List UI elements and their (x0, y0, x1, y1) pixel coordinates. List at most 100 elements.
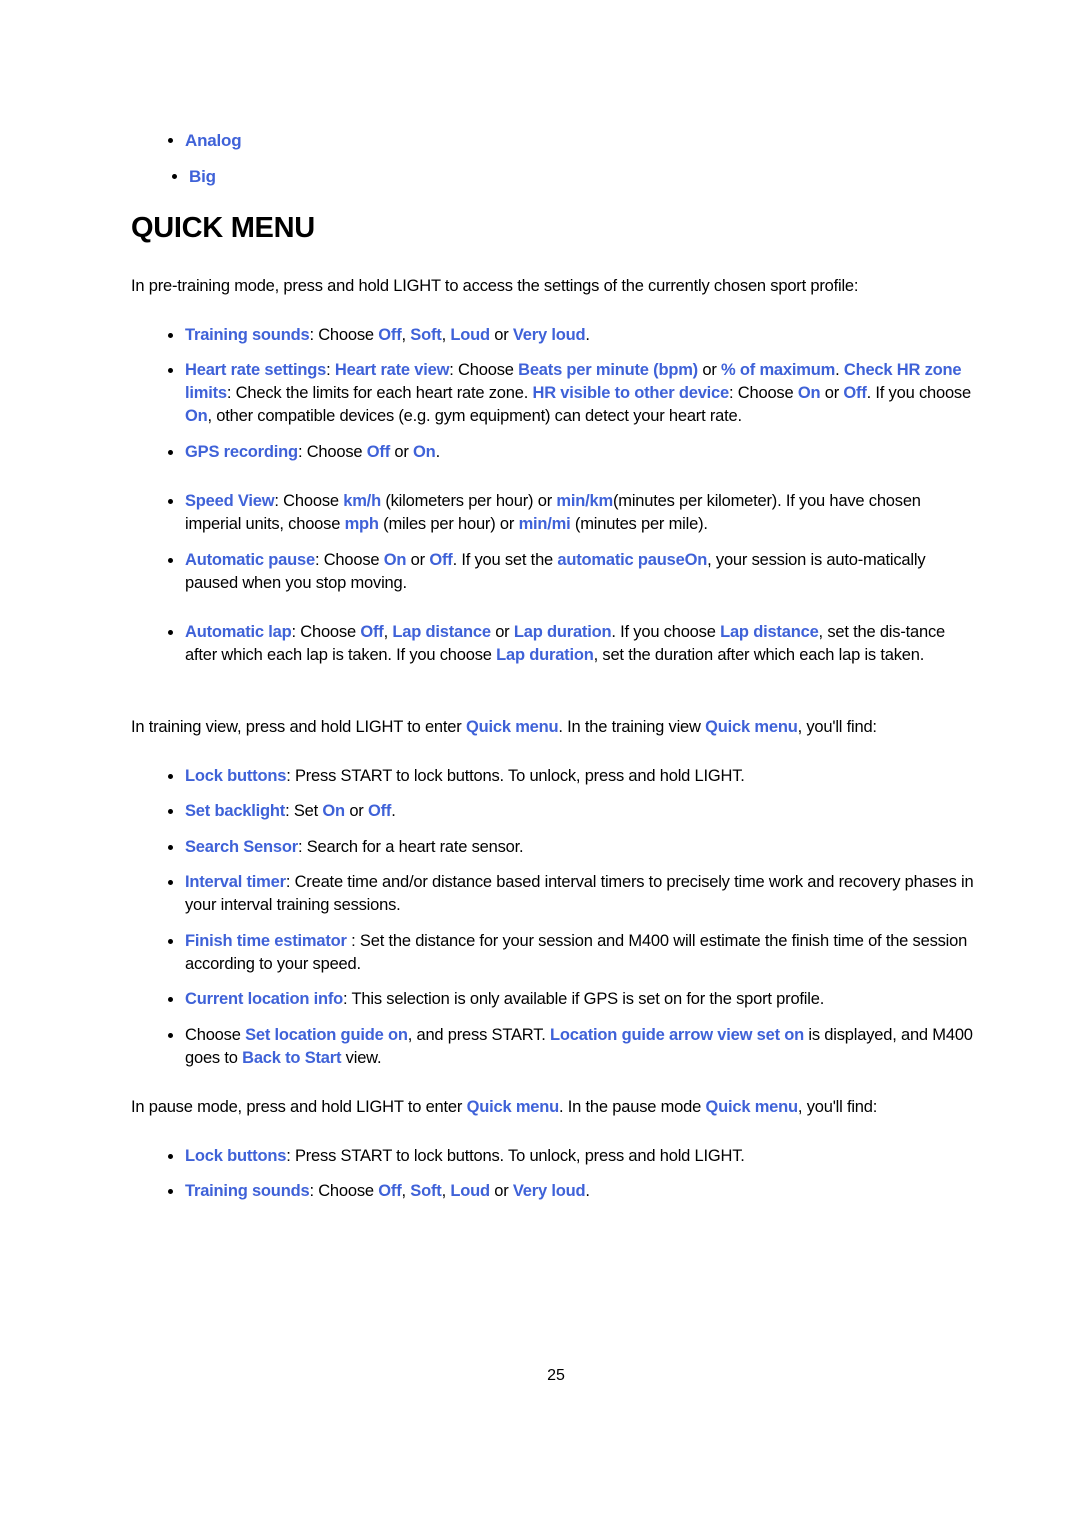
link-min-mi[interactable]: min/mi (519, 515, 571, 533)
text-run: : (326, 361, 335, 379)
link-automatic-pause[interactable]: Automatic pause (185, 551, 315, 569)
link-lap-duration[interactable]: Lap duration (496, 646, 594, 664)
text-run: , you'll find: (797, 718, 877, 736)
link-on[interactable]: On (384, 551, 407, 569)
text-run: or (697, 361, 722, 379)
link-speed-view[interactable]: Speed View (185, 492, 275, 510)
text-run: : Choose (309, 326, 379, 344)
pause-mode-paragraph: In pause mode, press and hold LIGHT to e… (131, 1096, 981, 1119)
link-loud[interactable]: Loud (450, 326, 490, 344)
link-location-guide-arrow-view-set-on[interactable]: Location guide arrow view set on (550, 1026, 804, 1044)
text-run: , (401, 1182, 411, 1200)
link-on[interactable]: On (185, 407, 208, 425)
text-run: : Search for a heart rate sensor. (297, 838, 524, 856)
link-automatic-lap[interactable]: Automatic lap (185, 623, 292, 641)
link-lock-buttons[interactable]: Lock buttons (185, 767, 286, 785)
text-run: , and press START. (407, 1026, 551, 1044)
text-run: . (585, 326, 590, 344)
link-on[interactable]: On (798, 384, 821, 402)
link-loud[interactable]: Loud (450, 1182, 490, 1200)
link-back-to-start[interactable]: Back to Start (242, 1049, 341, 1067)
link-soft[interactable]: Soft (410, 326, 441, 344)
link-set-backlight[interactable]: Set backlight (185, 802, 285, 820)
text-run: (minutes per mile). (570, 515, 708, 533)
link-automatic-pauseon[interactable]: automatic pauseOn (557, 551, 707, 569)
link-lap-duration[interactable]: Lap duration (514, 623, 612, 641)
link-quick-menu[interactable]: Quick menu (467, 1098, 560, 1116)
document-page: Analog Big QUICK MENU In pre-training mo… (0, 0, 1080, 1528)
link-current-location-info[interactable]: Current location info (185, 990, 343, 1008)
text-run: . (391, 802, 396, 820)
link-very-loud[interactable]: Very loud (513, 326, 586, 344)
text-run: view. (341, 1049, 382, 1067)
list-item-current-location-info: Current location info: This selection is… (168, 988, 980, 1011)
text-run: or (390, 443, 414, 461)
link-mph[interactable]: mph (345, 515, 379, 533)
link-training-sounds[interactable]: Training sounds (185, 326, 310, 344)
text-run: . (835, 361, 844, 379)
text-run: . If you choose (866, 384, 972, 402)
link-lap-distance[interactable]: Lap distance (392, 623, 491, 641)
link-heart-rate-settings[interactable]: Heart rate settings (185, 361, 326, 379)
list-item-location-guide: Choose Set location guide on, and press … (168, 1024, 980, 1070)
link-very-loud[interactable]: Very loud (513, 1182, 586, 1200)
link-quick-menu[interactable]: Quick menu (705, 1098, 798, 1116)
link-beats-per-minute-bpm[interactable]: Beats per minute (bpm) (518, 361, 698, 379)
link-on[interactable]: On (322, 802, 345, 820)
text-run: or (344, 802, 368, 820)
text-run: : Choose (314, 551, 384, 569)
list-item-training-sounds: Training sounds: Choose Off, Soft, Loud … (168, 324, 980, 347)
text-run: (miles per hour) or (378, 515, 519, 533)
text-run: In pause mode, press and hold LIGHT to e… (131, 1098, 467, 1116)
link-min-km[interactable]: min/km (556, 492, 613, 510)
link-training-sounds[interactable]: Training sounds (185, 1182, 310, 1200)
text-run: In training view, press and hold LIGHT t… (131, 718, 466, 736)
link-quick-menu[interactable]: Quick menu (705, 718, 798, 736)
link-big[interactable]: Big (189, 167, 216, 186)
link-interval-timer[interactable]: Interval timer (185, 873, 286, 891)
text-run: : Press START to lock buttons. To unlock… (286, 1147, 745, 1165)
link-off[interactable]: Off (367, 443, 390, 461)
list-item-big: Big (172, 165, 984, 188)
text-run: : This selection is only available if GP… (343, 990, 825, 1008)
link-set-location-guide-on[interactable]: Set location guide on (245, 1026, 408, 1044)
text-run: : Create time and/or distance based inte… (185, 873, 974, 914)
text-run: , you'll find: (797, 1098, 878, 1116)
link-lap-distance[interactable]: Lap distance (720, 623, 819, 641)
text-run: (kilometers per hour) or (380, 492, 557, 510)
link-soft[interactable]: Soft (410, 1182, 441, 1200)
link-off[interactable]: Off (368, 802, 391, 820)
text-run: or (489, 1182, 513, 1200)
link-analog[interactable]: Analog (185, 131, 242, 150)
link-heart-rate-view[interactable]: Heart rate view (335, 361, 450, 379)
link-search-sensor[interactable]: Search Sensor (185, 838, 298, 856)
list-item-automatic-lap: Automatic lap: Choose Off, Lap distance … (168, 621, 980, 667)
link-quick-menu[interactable]: Quick menu (466, 718, 559, 736)
section-heading: QUICK MENU (131, 212, 315, 244)
text-run: . In the pause mode (559, 1098, 706, 1116)
list-item-analog: Analog (168, 129, 980, 152)
list-item-heart-rate-settings: Heart rate settings: Heart rate view: Ch… (168, 359, 980, 428)
link-on[interactable]: On (413, 443, 436, 461)
list-item-speed-view: Speed View: Choose km/h (kilometers per … (168, 490, 980, 536)
link-off[interactable]: Off (378, 1182, 401, 1200)
list-item-lock-buttons-pause: Lock buttons: Press START to lock button… (168, 1145, 980, 1168)
text-run: , (401, 326, 411, 344)
link-lock-buttons[interactable]: Lock buttons (185, 1147, 286, 1165)
link-gps-recording[interactable]: GPS recording (185, 443, 298, 461)
page-number: 25 (547, 1367, 565, 1384)
text-run: , set the duration after which each lap … (593, 646, 925, 664)
text-run: . If you choose (611, 623, 721, 641)
text-run: , other compatible devices (e.g. gym equ… (207, 407, 743, 425)
link-hr-visible-to-other-device[interactable]: HR visible to other device (532, 384, 729, 402)
text-run: or (490, 623, 514, 641)
list-item-interval-timer: Interval timer: Create time and/or dista… (168, 871, 980, 917)
link-km-h[interactable]: km/h (343, 492, 381, 510)
link-off[interactable]: Off (378, 326, 401, 344)
link-of-maximum[interactable]: % of maximum (721, 361, 835, 379)
link-off[interactable]: Off (360, 623, 383, 641)
link-off[interactable]: Off (843, 384, 866, 402)
text-run: : Press START to lock buttons. To unlock… (286, 767, 745, 785)
link-finish-time-estimator[interactable]: Finish time estimator (185, 932, 347, 950)
link-off[interactable]: Off (429, 551, 452, 569)
